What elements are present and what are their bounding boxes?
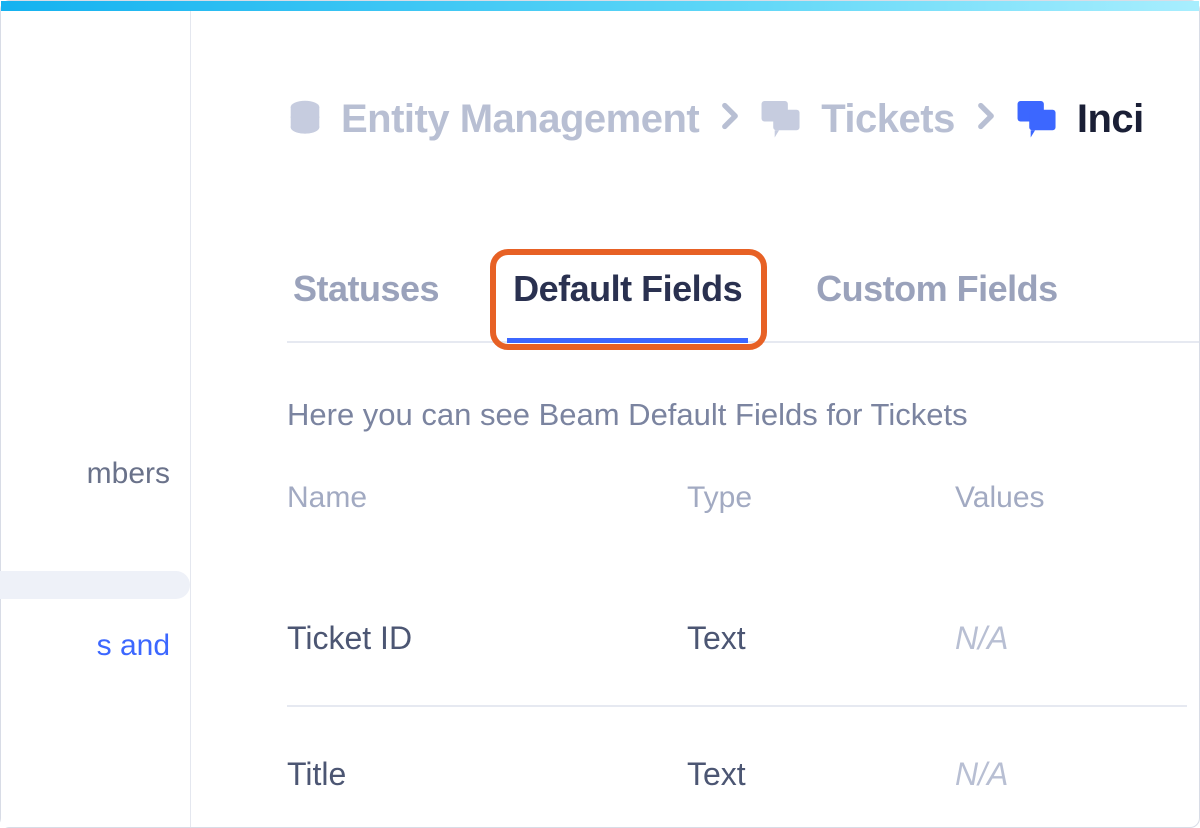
- cell-name: Ticket ID: [287, 620, 687, 657]
- cell-values: N/A: [955, 756, 1187, 793]
- chevron-right-icon: [977, 101, 995, 138]
- cell-values: N/A: [955, 620, 1187, 657]
- chevron-right-icon: [721, 101, 739, 138]
- cell-type: Text: [687, 756, 955, 793]
- table-header-row: Name Type Values: [287, 481, 1187, 571]
- tab-default-fields[interactable]: Default Fields: [507, 268, 748, 343]
- tab-custom-fields[interactable]: Custom Fields: [810, 268, 1064, 343]
- breadcrumb-entity-management[interactable]: Entity Management: [287, 97, 699, 142]
- breadcrumb: Entity Management Tickets: [287, 97, 1199, 142]
- app-shell: mbers s and Entity Management: [1, 11, 1199, 827]
- breadcrumb-label: Tickets: [821, 97, 955, 142]
- sidebar-item-active[interactable]: [0, 571, 190, 599]
- tab-bar: Statuses Default Fields Custom Fields: [287, 266, 1199, 343]
- main-content: Entity Management Tickets: [191, 11, 1199, 827]
- window-accent-bar: [1, 1, 1199, 11]
- sidebar-item-members[interactable]: mbers: [0, 443, 190, 505]
- tab-statuses[interactable]: Statuses: [287, 268, 445, 343]
- table-row[interactable]: Title Text N/A: [287, 707, 1187, 827]
- fields-table: Name Type Values Ticket ID Text N/A Titl…: [287, 481, 1187, 827]
- sidebar-link-fragment[interactable]: s and: [0, 615, 190, 677]
- table-row[interactable]: Ticket ID Text N/A: [287, 571, 1187, 707]
- col-header-values: Values: [955, 481, 1187, 515]
- col-header-type: Type: [687, 481, 955, 515]
- chat-icon: [761, 101, 803, 139]
- breadcrumb-label: Inci: [1077, 97, 1144, 142]
- chat-icon: [1017, 101, 1059, 139]
- tab-description: Here you can see Beam Default Fields for…: [287, 397, 1199, 433]
- breadcrumb-current: Inci: [1017, 97, 1144, 142]
- cell-name: Title: [287, 756, 687, 793]
- breadcrumb-tickets[interactable]: Tickets: [761, 97, 955, 142]
- database-icon: [287, 100, 323, 140]
- cell-type: Text: [687, 620, 955, 657]
- breadcrumb-label: Entity Management: [341, 97, 699, 142]
- col-header-name: Name: [287, 481, 687, 515]
- sidebar: mbers s and: [1, 11, 191, 827]
